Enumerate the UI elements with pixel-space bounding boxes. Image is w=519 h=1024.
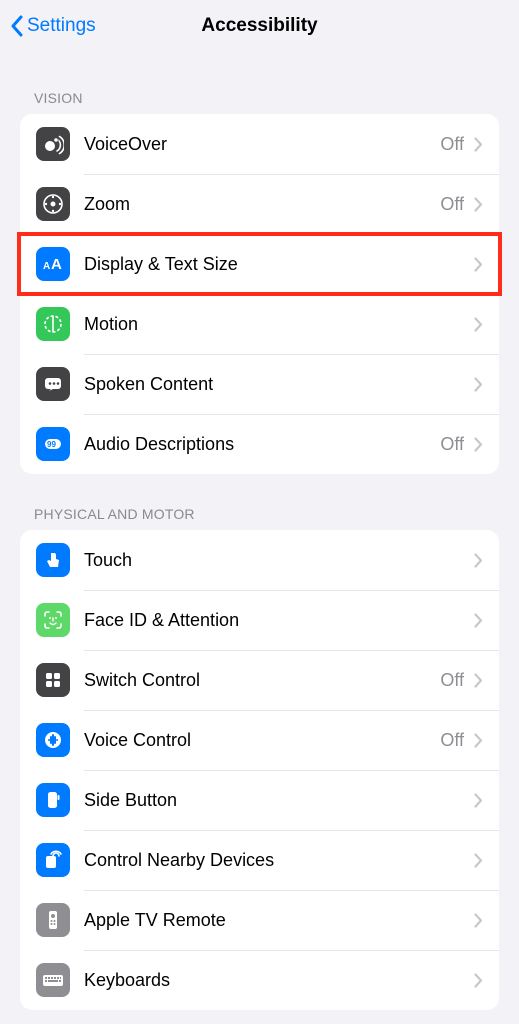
row-label: Side Button [84,790,474,811]
chevron-right-icon [474,973,483,988]
touch-icon [36,543,70,577]
row-status: Off [440,434,464,455]
row-label: Audio Descriptions [84,434,440,455]
row-spoken-content[interactable]: Spoken Content [20,354,499,414]
row-touch[interactable]: Touch [20,530,499,590]
row-side-button[interactable]: Side Button [20,770,499,830]
chevron-right-icon [474,733,483,748]
row-keyboards[interactable]: Keyboards [20,950,499,1010]
row-label: Touch [84,550,474,571]
group-vision: VoiceOver Off Zoom Off AA Display & Text… [20,114,499,474]
back-button[interactable]: Settings [10,15,96,37]
chevron-right-icon [474,257,483,272]
voice-control-icon [36,723,70,757]
group-physical-motor: Touch Face ID & Attention Switch Control… [20,530,499,1010]
chevron-right-icon [474,913,483,928]
row-display-text-size[interactable]: AA Display & Text Size [20,234,499,294]
row-label: Face ID & Attention [84,610,474,631]
chevron-right-icon [474,137,483,152]
row-voice-control[interactable]: Voice Control Off [20,710,499,770]
chevron-right-icon [474,377,483,392]
side-button-icon [36,783,70,817]
row-label: Spoken Content [84,374,474,395]
row-switch-control[interactable]: Switch Control Off [20,650,499,710]
chevron-right-icon [474,673,483,688]
chevron-right-icon [474,793,483,808]
svg-text:A: A [51,256,62,273]
chevron-right-icon [474,317,483,332]
keyboards-icon [36,963,70,997]
content: Vision VoiceOver Off Zoom Off AA Display… [0,52,519,1010]
row-label: Switch Control [84,670,440,691]
row-label: Voice Control [84,730,440,751]
row-label: VoiceOver [84,134,440,155]
faceid-attention-icon [36,603,70,637]
audio-descriptions-icon: 99 [36,427,70,461]
row-voiceover[interactable]: VoiceOver Off [20,114,499,174]
spoken-content-icon [36,367,70,401]
chevron-right-icon [474,853,483,868]
section-header-physical-motor: Physical and Motor [20,474,499,530]
row-control-nearby[interactable]: Control Nearby Devices [20,830,499,890]
row-label: Display & Text Size [84,254,474,275]
svg-text:99: 99 [47,440,56,449]
row-faceid-attention[interactable]: Face ID & Attention [20,590,499,650]
row-status: Off [440,134,464,155]
zoom-icon [36,187,70,221]
row-label: Apple TV Remote [84,910,474,931]
row-status: Off [440,670,464,691]
back-chevron-icon [10,15,24,37]
chevron-right-icon [474,437,483,452]
back-label: Settings [27,15,96,37]
control-nearby-icon [36,843,70,877]
row-motion[interactable]: Motion [20,294,499,354]
row-audio-descriptions[interactable]: 99 Audio Descriptions Off [20,414,499,474]
row-status: Off [440,194,464,215]
row-apple-tv-remote[interactable]: Apple TV Remote [20,890,499,950]
row-label: Control Nearby Devices [84,850,474,871]
voiceover-icon [36,127,70,161]
section-header-vision: Vision [20,52,499,114]
chevron-right-icon [474,197,483,212]
chevron-right-icon [474,613,483,628]
page-title: Accessibility [201,15,317,37]
svg-text:A: A [43,261,50,272]
switch-control-icon [36,663,70,697]
apple-tv-remote-icon [36,903,70,937]
chevron-right-icon [474,553,483,568]
navbar: Settings Accessibility [0,0,519,52]
row-status: Off [440,730,464,751]
motion-icon [36,307,70,341]
row-label: Motion [84,314,474,335]
row-label: Zoom [84,194,440,215]
row-label: Keyboards [84,970,474,991]
display-text-size-icon: AA [36,247,70,281]
row-zoom[interactable]: Zoom Off [20,174,499,234]
